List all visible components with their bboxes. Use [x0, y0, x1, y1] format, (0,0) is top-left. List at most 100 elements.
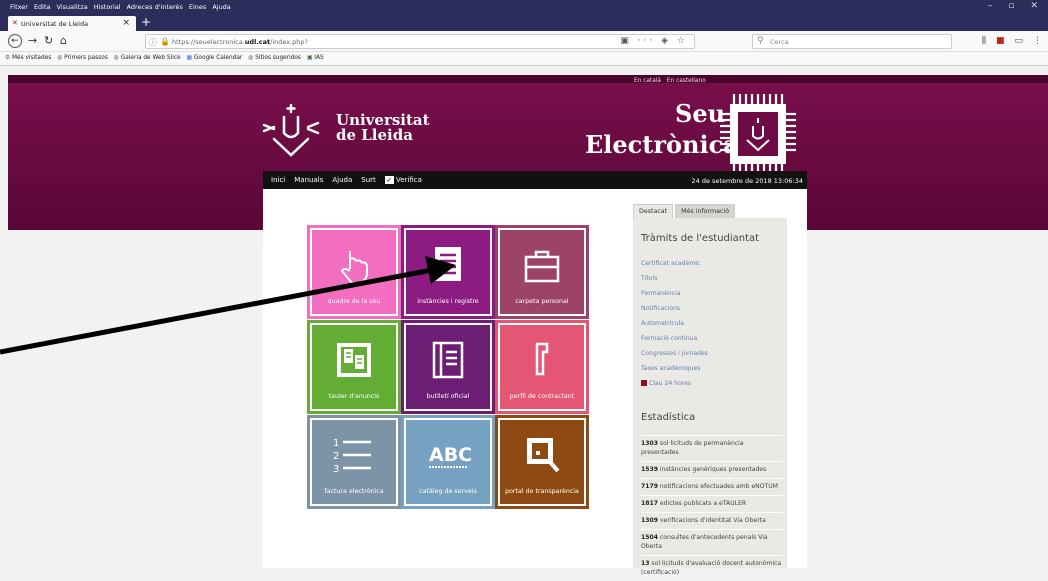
sidebar-toggle-icon[interactable]: ▭: [1014, 36, 1023, 46]
language-switcher: En català En castellano: [634, 78, 706, 84]
link-clau-24-hores[interactable]: Clau 24 hores: [641, 376, 708, 391]
stat-item: 1303 sol·licituds de permanència present…: [641, 435, 783, 461]
svg-text:2: 2: [333, 451, 339, 462]
tile-label: instàncies i registre: [417, 298, 479, 305]
lang-catala-link[interactable]: En català: [634, 78, 661, 84]
menu-eines[interactable]: Eines: [189, 3, 206, 11]
link-congressos[interactable]: Congressos i jornades: [641, 346, 708, 361]
link-titols[interactable]: Títols: [641, 271, 708, 286]
globe-icon: ◍: [248, 55, 254, 61]
url-bar[interactable]: ⓘ 🔒 https://seuelectronica.udl.cat/index…: [145, 34, 695, 49]
seu-title: Seu: [675, 99, 726, 128]
university-name: Universitat de Lleida: [336, 113, 430, 143]
link-certificat[interactable]: Certificat acadèmic: [641, 256, 708, 271]
checkbox-icon: ✓: [384, 176, 394, 184]
forward-icon[interactable]: →: [28, 34, 37, 47]
tile-factura[interactable]: 1 2 3 factura electrònica: [307, 415, 401, 509]
maximize-button[interactable]: ▫: [1008, 1, 1014, 11]
nav-ajuda[interactable]: Ajuda: [332, 176, 352, 184]
calendar-icon: ▦: [186, 55, 193, 61]
tile-quadre[interactable]: quadre de la seu: [307, 225, 401, 319]
tile-tauler[interactable]: tauler d'anuncis: [307, 320, 401, 414]
search-input[interactable]: ⚲ Cerca: [752, 34, 952, 49]
stat-item: 13 sol·licituds d'avaluació docent auton…: [641, 555, 783, 581]
link-taxes[interactable]: Taxes acadèmiques: [641, 361, 708, 376]
bookmark-primers-passos[interactable]: ◍ Primers passos: [57, 55, 108, 61]
link-notificacions[interactable]: Notificacions: [641, 301, 708, 316]
stat-item: 7179 notificacions efectuades amb eNOTUM: [641, 478, 783, 495]
menu-edita[interactable]: Edita: [34, 3, 51, 11]
new-tab-icon[interactable]: +: [141, 15, 151, 29]
menu-historial[interactable]: Historial: [94, 3, 121, 11]
pdf-extension-icon[interactable]: ■: [996, 36, 1005, 46]
magnifier-icon: [527, 438, 560, 473]
tab-title: Universitat de Lleida: [21, 20, 89, 28]
svg-text:ABC: ABC: [429, 444, 471, 466]
close-tab-icon[interactable]: ×: [122, 18, 130, 28]
bookmark-galeria[interactable]: ◍ Galeria de Web Slice: [114, 55, 181, 61]
bookmark-ias[interactable]: ▣ IAS: [307, 55, 324, 61]
bookmark-google-calendar[interactable]: ▦ Google Calendar: [187, 55, 243, 61]
tile-cataleg[interactable]: ABC catàleg de serveis: [401, 415, 495, 509]
briefcase-icon: [524, 250, 560, 283]
link-permanencia[interactable]: Permanència: [641, 286, 708, 301]
site-navbar: Inici Manuals Ajuda Surt ✓ Verifica 24 d…: [263, 171, 807, 189]
tab-destacat[interactable]: Destacat: [633, 204, 674, 218]
menu-visualitza[interactable]: Visualitza: [57, 3, 88, 11]
nav-manuals[interactable]: Manuals: [294, 176, 323, 184]
gear-icon: ⚙: [5, 55, 11, 61]
tramits-title: Tràmits de l'estudiantat: [641, 233, 760, 244]
tile-butlleti[interactable]: butlletí oficial: [401, 320, 495, 414]
url-domain: udl.cat: [244, 38, 271, 46]
link-formacio[interactable]: Formació contínua: [641, 331, 708, 346]
nav-verifica[interactable]: ✓ Verifica: [384, 176, 422, 184]
site-info-icon[interactable]: ⓘ: [149, 37, 157, 48]
banner-top-strip: [8, 75, 1048, 83]
udl-favicon-icon: ✕: [12, 19, 18, 27]
tile-label: carpeta personal: [515, 298, 569, 305]
close-window-button[interactable]: ✕: [1030, 1, 1038, 11]
lang-castellano-link[interactable]: En castellano: [667, 78, 706, 84]
menu-fitxer[interactable]: Fitxer: [10, 3, 28, 11]
search-icon: ⚲: [757, 36, 764, 46]
stat-item: 1817 edictes publicats a eTAULER: [641, 495, 783, 512]
tile-label: factura electrònica: [324, 488, 384, 495]
nav-inici[interactable]: Inici: [271, 176, 285, 184]
bookmark-sitios-sugeridos[interactable]: ◍ Sitios sugeridos: [248, 55, 301, 61]
menu-ajuda[interactable]: Ajuda: [212, 3, 230, 11]
globe-icon: ◍: [113, 55, 119, 61]
tile-carpeta[interactable]: carpeta personal: [495, 225, 589, 319]
tramits-list: Certificat acadèmic Títols Permanència N…: [641, 256, 708, 391]
stat-item: 1539 instàncies genèriques presentades: [641, 461, 783, 478]
minimize-button[interactable]: –: [988, 1, 993, 11]
book-icon: [432, 341, 464, 379]
back-icon[interactable]: ←: [8, 34, 22, 48]
reload-icon[interactable]: ↻: [44, 34, 53, 47]
menu-adreces[interactable]: Adreces d'interès: [127, 3, 183, 11]
numbered-list-icon: 1 2 3: [333, 438, 371, 475]
bookmark-mes-visitades[interactable]: ⚙ Més visitades: [5, 55, 51, 61]
tile-transparencia[interactable]: portal de transparència: [495, 415, 589, 509]
link-automatricula[interactable]: Automatrícula: [641, 316, 708, 331]
home-icon[interactable]: ⌂: [60, 34, 67, 47]
lock-icon: 🔒: [160, 37, 170, 46]
library-icon[interactable]: ⫼: [982, 36, 986, 46]
electronica-title: Electrònica: [585, 130, 739, 159]
stat-item: 1504 consultes d'antecedents penals Via …: [641, 529, 783, 555]
globe-icon: ◍: [57, 55, 63, 61]
tab-mes-informacio[interactable]: Més informació: [675, 204, 736, 218]
bookmarks-toolbar: ⚙ Més visitades ◍ Primers passos ◍ Galer…: [0, 52, 1048, 66]
overflow-menu-icon[interactable]: ⋮: [1033, 36, 1042, 46]
university-line2: de Lleida: [336, 126, 413, 144]
estadistica-title: Estadística: [641, 412, 696, 423]
tile-label: tauler d'anuncis: [328, 393, 380, 400]
abc-icon: ABC: [429, 444, 471, 468]
browser-tab[interactable]: ✕ Universitat de Lleida ×: [8, 16, 136, 31]
udl-logo-icon[interactable]: [260, 103, 330, 158]
nav-surt[interactable]: Surt: [361, 176, 376, 184]
tile-instancies[interactable]: instàncies i registre: [401, 225, 495, 319]
tile-label: butlletí oficial: [426, 393, 470, 400]
tile-perfil[interactable]: perfil de contractant: [495, 320, 589, 414]
url-prefix: https://seuelectronica.: [172, 38, 245, 46]
page-actions-icon[interactable]: ▣ ··· ◈ ☆: [620, 36, 688, 46]
